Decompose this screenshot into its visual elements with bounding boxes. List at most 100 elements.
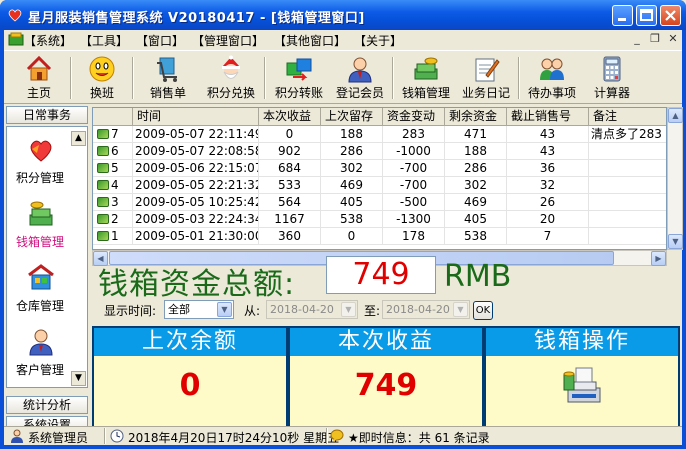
table-cell-change: -700 <box>383 160 445 177</box>
maximize-button[interactable] <box>636 5 657 26</box>
table-cell-text: 538 <box>464 229 487 243</box>
scroll-up-icon[interactable]: ▲ <box>668 108 683 123</box>
mdi-child-icon[interactable] <box>8 32 24 47</box>
table-cell-id: 4 <box>93 177 133 194</box>
sidebar-group-statistics[interactable]: 统计分析 <box>6 396 88 414</box>
table-header-cell[interactable]: 资金变动 <box>383 108 445 126</box>
sidebar-item-cashbox[interactable]: 钱箱管理 <box>7 199 73 259</box>
table-cell-sale-no: 26 <box>507 194 589 211</box>
table-header-cell[interactable]: 备注 <box>589 108 666 126</box>
table-cell-remain: 471 <box>445 126 507 143</box>
time-filter-select[interactable]: 全部 ▼ <box>164 300 234 319</box>
smiley-icon <box>89 56 115 82</box>
table-cell-text: 7 <box>111 127 119 141</box>
table-row[interactable]: 2 2009-05-03 22:24:34 1167 538 -1300 405 20 <box>93 211 666 228</box>
table-cell-change: -500 <box>383 194 445 211</box>
sidebar-scroll-down-icon[interactable]: ▼ <box>71 371 86 386</box>
toolbar-points-transfer-button[interactable]: 积分转账 <box>268 53 330 103</box>
table-cell-text: 2009-05-06 22:15:07 <box>135 161 259 175</box>
table-cell-note <box>589 143 666 160</box>
table-row[interactable]: 5 2009-05-06 22:15:07 684 302 -700 286 36 <box>93 160 666 177</box>
table-cell-text: 0 <box>285 127 294 141</box>
menu-about[interactable]: 【关于】 <box>354 32 402 49</box>
toolbar-sales-order-button[interactable]: 销售单 <box>138 53 198 103</box>
table-row[interactable]: 7 2009-05-07 22:11:49 0 188 283 471 43 清点多了283 <box>93 126 666 143</box>
from-label: 从: <box>244 304 261 318</box>
table-cell-sale-no: 43 <box>507 126 589 143</box>
table-cell-sale-no: 7 <box>507 228 589 245</box>
table-cell-note: 清点多了283 <box>589 126 666 143</box>
card-cashbox-operation[interactable]: 钱箱操作 <box>484 326 680 430</box>
toolbar: 主页 换班 销售单 积分兑换 积分转账 登记会员 钱箱管理 业务日记 待办事项 … <box>4 50 682 104</box>
toolbar-todo-button[interactable]: 待办事项 <box>520 53 584 103</box>
client-area: 【系统】 【工具】 【窗口】 【管理窗口】 【其他窗口】 【关于】 _ ❐ ✕ … <box>4 30 683 445</box>
card-title: 上次余额 <box>94 328 286 356</box>
mdi-minimize-icon[interactable]: _ <box>630 32 644 46</box>
table-cell-text: 533 <box>278 178 301 192</box>
table-cell-text: 302 <box>464 178 487 192</box>
toolbar-calculator-button[interactable]: 计算器 <box>584 53 640 103</box>
menu-system[interactable]: 【系统】 <box>24 32 72 49</box>
money-stack-icon <box>29 201 53 226</box>
sidebar-group-daily[interactable]: 日常事务 <box>6 106 88 124</box>
table-row[interactable]: 4 2009-05-05 22:21:32 533 469 -700 302 32 <box>93 177 666 194</box>
table-row[interactable]: 3 2009-05-05 10:25:42 564 405 -500 469 26 <box>93 194 666 211</box>
table-cell-id: 7 <box>93 126 133 143</box>
table-row[interactable]: 6 2009-05-07 22:08:58 902 286 -1000 188 43 <box>93 143 666 160</box>
table-cell-text: 405 <box>464 212 487 226</box>
toolbar-points-redeem-button[interactable]: 积分兑换 <box>200 53 262 103</box>
sidebar-scroll-up-icon[interactable]: ▲ <box>71 131 86 146</box>
table-cell-note <box>589 177 666 194</box>
toolbar-shift-button[interactable]: 换班 <box>74 53 130 103</box>
table-header-cell[interactable]: 截止销售号 <box>507 108 589 126</box>
to-date-picker[interactable]: 2018-04-20 ▼ <box>382 300 470 319</box>
menu-other-window[interactable]: 【其他窗口】 <box>274 32 346 49</box>
table-vertical-scrollbar[interactable]: ▲ ▼ <box>667 107 683 250</box>
record-icon <box>97 163 109 173</box>
mdi-restore-icon[interactable]: ❐ <box>648 32 662 46</box>
scroll-down-icon[interactable]: ▼ <box>668 234 683 249</box>
chevron-down-icon[interactable]: ▼ <box>217 302 232 317</box>
cash-register-icon[interactable] <box>562 364 606 408</box>
sidebar-item-points[interactable]: 积分管理 <box>7 135 73 195</box>
maximize-icon <box>640 9 653 21</box>
table-header-cell[interactable]: 时间 <box>133 108 259 126</box>
warehouse-icon <box>28 264 54 290</box>
cashbox-records-table[interactable]: 时间 本次收益 上次留存 资金变动 剩余资金 截止销售号 备注 7 2009-05… <box>92 107 667 250</box>
table-header-cell[interactable]: 剩余资金 <box>445 108 507 126</box>
record-icon <box>97 129 109 139</box>
sidebar-item-customer[interactable]: 客户管理 <box>7 327 73 387</box>
chevron-down-icon[interactable]: ▼ <box>341 302 356 317</box>
toolbar-cashbox-button[interactable]: 钱箱管理 <box>396 53 456 103</box>
table-header-cell[interactable]: 本次收益 <box>259 108 321 126</box>
table-cell-text: 2009-05-07 22:08:58 <box>135 144 259 158</box>
status-separator <box>104 428 106 444</box>
table-cell-text: 902 <box>278 144 301 158</box>
sidebar-item-warehouse[interactable]: 仓库管理 <box>7 263 73 323</box>
table-cell-text: 469 <box>464 195 487 209</box>
menu-tools[interactable]: 【工具】 <box>80 32 128 49</box>
toolbar-business-diary-button[interactable]: 业务日记 <box>456 53 516 103</box>
table-cell-time: 2009-05-07 22:08:58 <box>133 143 259 160</box>
menu-manage-window[interactable]: 【管理窗口】 <box>192 32 264 49</box>
menu-window[interactable]: 【窗口】 <box>136 32 184 49</box>
close-button[interactable] <box>660 5 681 26</box>
table-header-cell[interactable]: 上次留存 <box>321 108 383 126</box>
ok-button[interactable]: OK <box>473 301 493 320</box>
table-cell-text: 2009-05-05 22:21:32 <box>135 178 259 192</box>
table-cell-income: 902 <box>259 143 321 160</box>
minimize-button[interactable] <box>612 5 633 26</box>
title-bar[interactable]: 星月服装销售管理系统 V20180417 - [钱箱管理窗口] <box>0 0 686 30</box>
table-cell-text: 469 <box>340 178 363 192</box>
table-cell-text: -1000 <box>396 144 431 158</box>
toolbar-label: 主页 <box>26 86 51 100</box>
mdi-close-icon[interactable]: ✕ <box>666 32 680 46</box>
toolbar-register-member-button[interactable]: 登记会员 <box>330 53 390 103</box>
chevron-down-icon[interactable]: ▼ <box>453 302 468 317</box>
table-cell-id: 1 <box>93 228 133 245</box>
table-row[interactable]: 1 2009-05-01 21:30:00 360 0 178 538 7 <box>93 228 666 245</box>
from-date-picker[interactable]: 2018-04-20 ▼ <box>266 300 358 319</box>
toolbar-home-button[interactable]: 主页 <box>10 53 68 103</box>
scroll-right-icon[interactable]: ▶ <box>651 251 666 266</box>
to-date-value: 2018-04-20 <box>386 303 450 316</box>
